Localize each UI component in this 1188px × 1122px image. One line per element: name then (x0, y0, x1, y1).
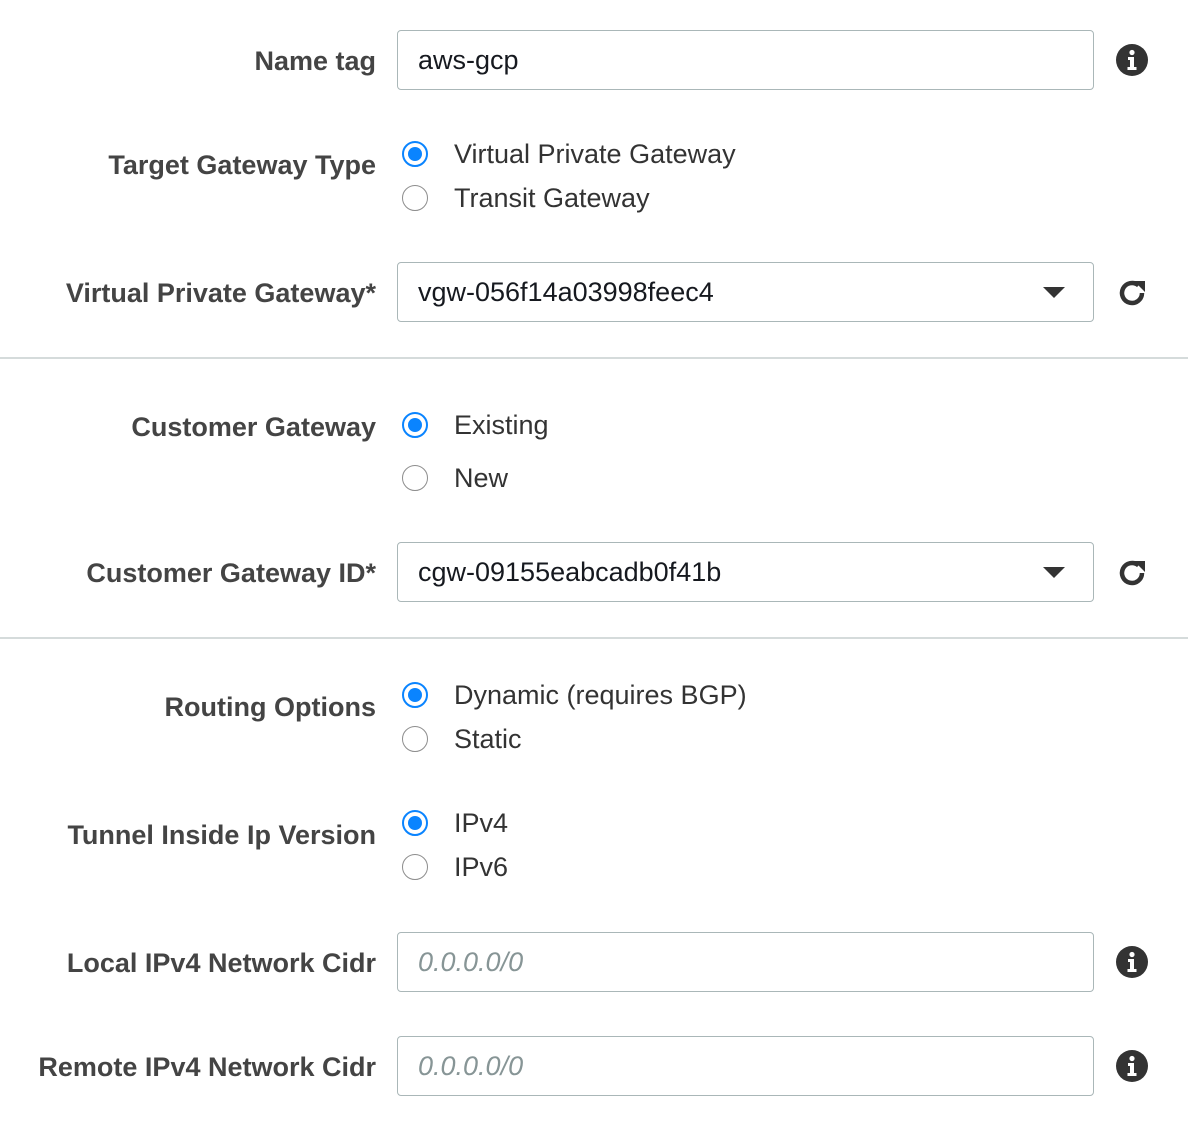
customer-gateway-label: Customer Gateway (131, 412, 376, 442)
radio-button[interactable] (402, 726, 428, 752)
radio-label: New (454, 462, 509, 493)
radio-label: Virtual Private Gateway (454, 138, 736, 169)
radio-ipv4[interactable]: IPv4 (402, 807, 508, 839)
radio-label: Existing (454, 409, 549, 440)
radio-button-selected[interactable] (402, 141, 428, 167)
radio-ipv6[interactable]: IPv6 (402, 851, 508, 883)
refresh-icon[interactable] (1116, 557, 1148, 589)
radio-button-selected[interactable] (402, 682, 428, 708)
info-icon[interactable] (1116, 44, 1148, 76)
radio-button[interactable] (402, 185, 428, 211)
info-icon[interactable] (1116, 1050, 1148, 1082)
chevron-down-icon (1043, 286, 1065, 298)
radio-button-selected[interactable] (402, 412, 428, 438)
radio-label: IPv4 (454, 807, 509, 838)
radio-static[interactable]: Static (402, 723, 522, 755)
remote-ipv4-network-cidr-input[interactable] (397, 1036, 1094, 1096)
virtual-private-gateway-label: Virtual Private Gateway* (65, 278, 376, 308)
radio-existing[interactable]: Existing (402, 409, 549, 441)
radio-label: Transit Gateway (454, 182, 650, 213)
radio-label: Static (454, 723, 522, 754)
radio-button[interactable] (402, 854, 428, 880)
customer-gateway-id-label: Customer Gateway ID* (86, 558, 376, 588)
radio-button-selected[interactable] (402, 810, 428, 836)
radio-virtual-private-gateway[interactable]: Virtual Private Gateway (402, 138, 736, 170)
remote-ipv4-network-cidr-label: Remote IPv4 Network Cidr (38, 1052, 376, 1082)
customer-gateway-id-select[interactable]: cgw-09155eabcadb0f41b (397, 542, 1094, 602)
section-divider (0, 357, 1188, 359)
refresh-icon[interactable] (1116, 277, 1148, 309)
local-ipv4-network-cidr-input[interactable] (397, 932, 1094, 992)
tunnel-inside-ip-version-label: Tunnel Inside Ip Version (67, 820, 376, 850)
routing-options-label: Routing Options (164, 692, 376, 722)
info-icon[interactable] (1116, 946, 1148, 978)
radio-label: Dynamic (requires BGP) (454, 679, 747, 710)
radio-new[interactable]: New (402, 462, 508, 494)
radio-dynamic[interactable]: Dynamic (requires BGP) (402, 679, 747, 711)
virtual-private-gateway-select[interactable]: vgw-056f14a03998feec4 (397, 262, 1094, 322)
local-ipv4-network-cidr-label: Local IPv4 Network Cidr (66, 948, 376, 978)
name-tag-input[interactable] (397, 30, 1094, 90)
target-gateway-type-label: Target Gateway Type (108, 150, 376, 180)
chevron-down-icon (1043, 566, 1065, 578)
name-tag-label: Name tag (254, 46, 376, 76)
radio-button[interactable] (402, 465, 428, 491)
section-divider (0, 637, 1188, 639)
select-value: vgw-056f14a03998feec4 (418, 276, 714, 307)
radio-transit-gateway[interactable]: Transit Gateway (402, 182, 650, 214)
select-value: cgw-09155eabcadb0f41b (418, 556, 722, 587)
radio-label: IPv6 (454, 851, 509, 882)
